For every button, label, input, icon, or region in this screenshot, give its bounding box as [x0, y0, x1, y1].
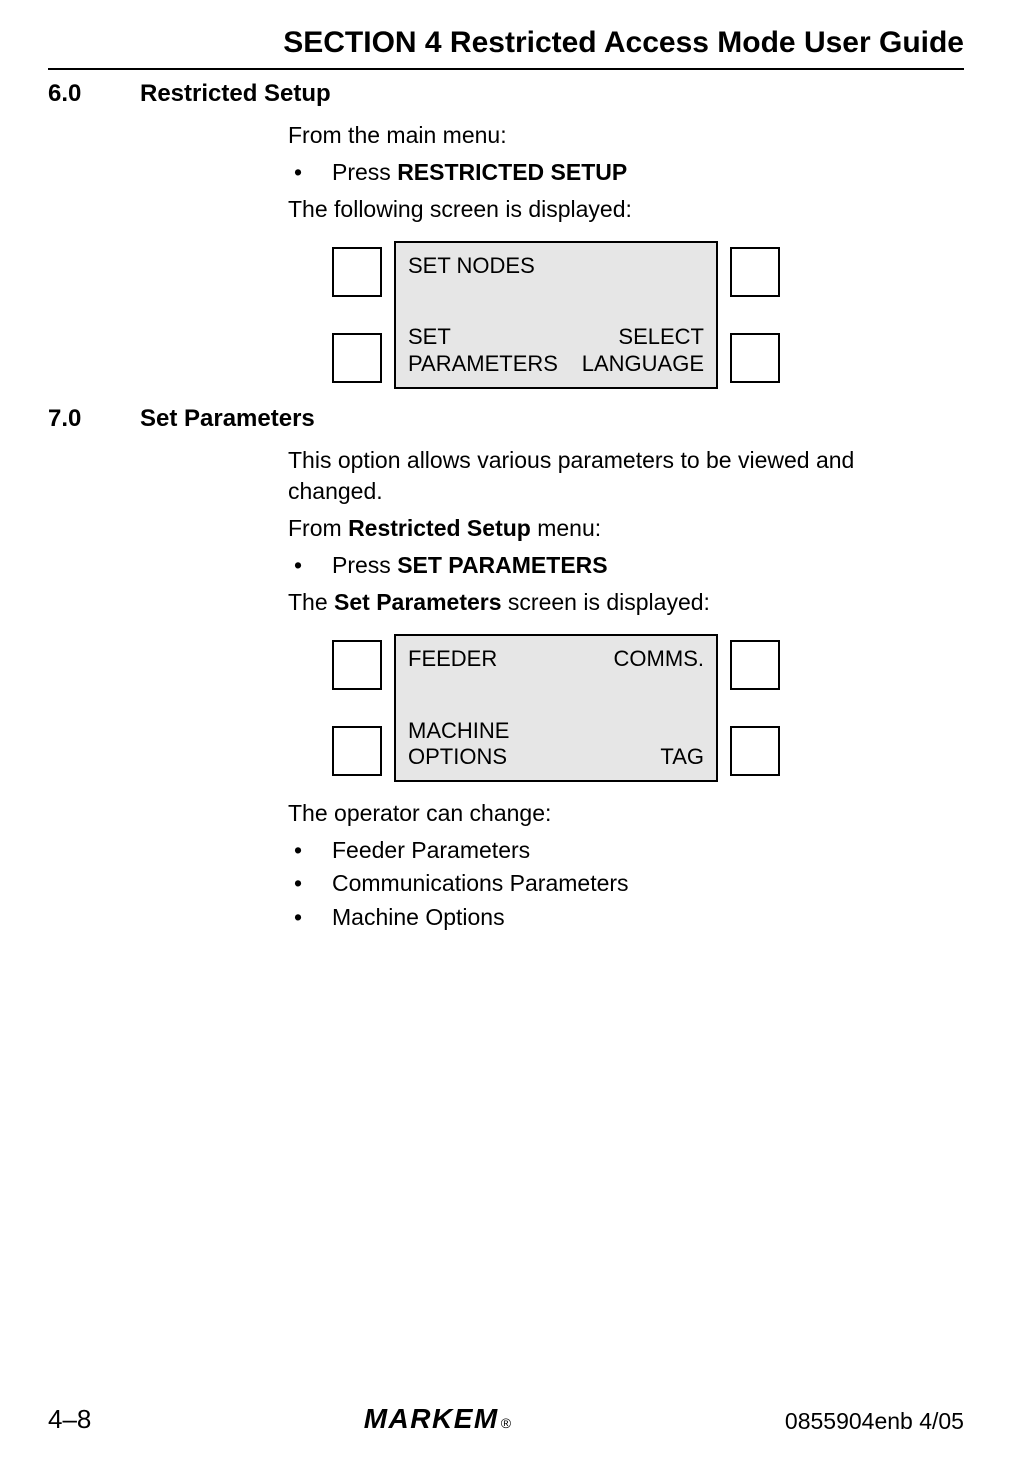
text: The Set Parameters screen is displayed:	[288, 587, 934, 618]
screen-diagram-2: FEEDER COMMS. MACHINE OPTIONS TAG	[332, 634, 934, 782]
text: Press	[332, 552, 397, 578]
text: The following screen is displayed:	[288, 194, 934, 225]
section-heading-6: 6.0 Restricted Setup	[48, 80, 964, 108]
screen-label-br: TAG	[660, 744, 704, 770]
screen-label-tl: SET NODES	[408, 253, 535, 279]
section-6-body: From the main menu: Press RESTRICTED SET…	[288, 120, 934, 389]
softkey-button-tr[interactable]	[730, 247, 780, 297]
softkey-button-bl[interactable]	[332, 333, 382, 383]
text: The	[288, 589, 334, 615]
text: From Restricted Setup menu:	[288, 513, 934, 544]
brand-logo: MARKEM®	[364, 1403, 513, 1435]
softkey-button-br[interactable]	[730, 726, 780, 776]
registered-icon: ®	[501, 1415, 513, 1431]
text: menu:	[531, 515, 601, 541]
text: This option allows various parameters to…	[288, 445, 934, 507]
softkey-button-tl[interactable]	[332, 640, 382, 690]
section-title: Restricted Setup	[140, 80, 331, 108]
screen-label-bl: MACHINE OPTIONS	[408, 718, 509, 771]
section-heading-7: 7.0 Set Parameters	[48, 405, 964, 433]
bold-text: Set Parameters	[334, 589, 502, 615]
section-7-body: This option allows various parameters to…	[288, 445, 934, 932]
page-title: SECTION 4 Restricted Access Mode User Gu…	[48, 18, 964, 66]
bullet-item: Communications Parameters	[288, 868, 934, 899]
lcd-screen: SET NODES SET PARAMETERS SELECT LANGUAGE	[394, 241, 718, 389]
bold-text: Restricted Setup	[348, 515, 531, 541]
softkey-button-tl[interactable]	[332, 247, 382, 297]
screen-label-tl: FEEDER	[408, 646, 497, 672]
screen-label-bl: SET PARAMETERS	[408, 324, 558, 377]
text: screen is displayed:	[502, 589, 710, 615]
lcd-screen: FEEDER COMMS. MACHINE OPTIONS TAG	[394, 634, 718, 782]
brand-name: MARKEM	[364, 1403, 499, 1435]
bullet-item: Machine Options	[288, 902, 934, 933]
text: The operator can change:	[288, 798, 934, 829]
screen-label-br: SELECT LANGUAGE	[582, 324, 704, 377]
text: Press	[332, 159, 397, 185]
divider-top	[48, 68, 964, 70]
doc-id: 0855904enb 4/05	[785, 1408, 964, 1435]
screen-label-tr: COMMS.	[614, 646, 704, 672]
text: From the main menu:	[288, 120, 934, 151]
page-number: 4–8	[48, 1404, 91, 1435]
bold-text: SET PARAMETERS	[397, 552, 607, 578]
bold-text: RESTRICTED SETUP	[397, 159, 627, 185]
bullet-item: Press RESTRICTED SETUP	[288, 157, 934, 188]
screen-diagram-1: SET NODES SET PARAMETERS SELECT LANGUAGE	[332, 241, 934, 389]
page-footer: 4–8 MARKEM® 0855904enb 4/05	[0, 1403, 1012, 1435]
section-number: 7.0	[48, 405, 140, 433]
text: From	[288, 515, 348, 541]
softkey-button-bl[interactable]	[332, 726, 382, 776]
softkey-button-br[interactable]	[730, 333, 780, 383]
section-title: Set Parameters	[140, 405, 315, 433]
bullet-item: Feeder Parameters	[288, 835, 934, 866]
softkey-button-tr[interactable]	[730, 640, 780, 690]
section-number: 6.0	[48, 80, 140, 108]
bullet-item: Press SET PARAMETERS	[288, 550, 934, 581]
